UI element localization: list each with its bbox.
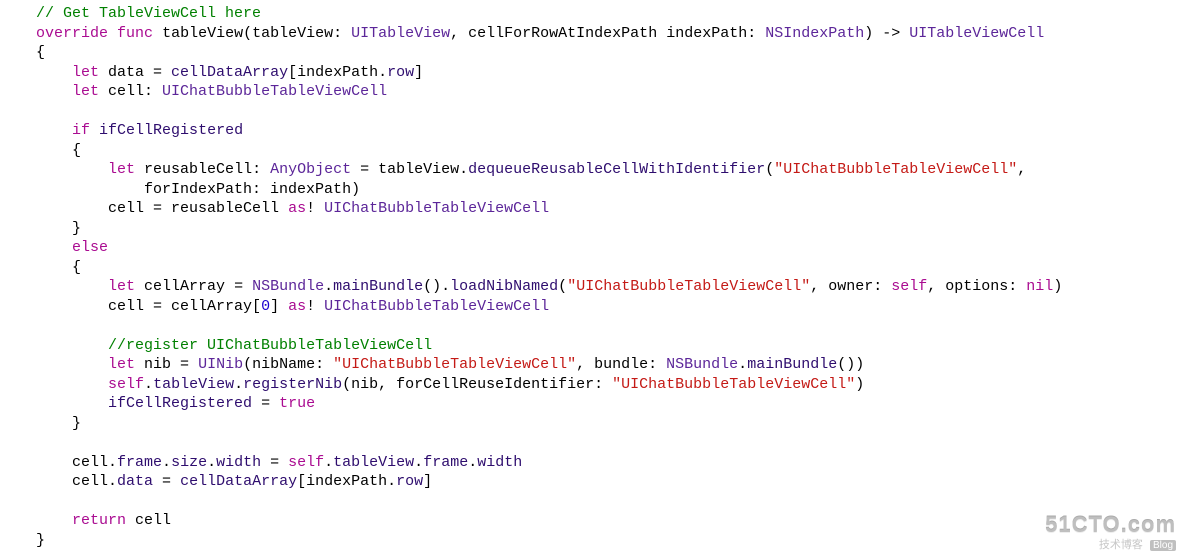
code-line: { <box>0 43 1184 63</box>
code-line: let data = cellDataArray[indexPath.row] <box>0 63 1184 83</box>
code-line: // Get TableViewCell here <box>0 4 1184 24</box>
code-line: //register UIChatBubbleTableViewCell <box>0 336 1184 356</box>
code-line: let nib = UINib(nibName: "UIChatBubbleTa… <box>0 355 1184 375</box>
code-line: let cellArray = NSBundle.mainBundle().lo… <box>0 277 1184 297</box>
code-line: } <box>0 219 1184 239</box>
site-watermark: 51CTO.com 技术博客 Blog <box>1045 512 1176 552</box>
code-line: if ifCellRegistered <box>0 121 1184 141</box>
code-line: forIndexPath: indexPath) <box>0 180 1184 200</box>
code-snippet: // Get TableViewCell here override func … <box>0 0 1184 550</box>
code-line <box>0 433 1184 453</box>
code-line: else <box>0 238 1184 258</box>
code-line: override func tableView(tableView: UITab… <box>0 24 1184 44</box>
code-line: ifCellRegistered = true <box>0 394 1184 414</box>
code-line: cell = cellArray[0] as! UIChatBubbleTabl… <box>0 297 1184 317</box>
code-line: return cell <box>0 511 1184 531</box>
code-line: } <box>0 531 1184 551</box>
code-line: { <box>0 258 1184 278</box>
code-line <box>0 316 1184 336</box>
code-line: let reusableCell: AnyObject = tableView.… <box>0 160 1184 180</box>
code-line: { <box>0 141 1184 161</box>
code-line: let cell: UIChatBubbleTableViewCell <box>0 82 1184 102</box>
code-line: cell = reusableCell as! UIChatBubbleTabl… <box>0 199 1184 219</box>
code-line <box>0 102 1184 122</box>
watermark-main: 51CTO.com <box>1045 512 1176 538</box>
code-line: self.tableView.registerNib(nib, forCellR… <box>0 375 1184 395</box>
watermark-sub: 技术博客 Blog <box>1045 536 1176 552</box>
code-line: cell.frame.size.width = self.tableView.f… <box>0 453 1184 473</box>
watermark-blog: Blog <box>1150 540 1176 551</box>
code-line: cell.data = cellDataArray[indexPath.row] <box>0 472 1184 492</box>
code-line: } <box>0 414 1184 434</box>
code-line <box>0 492 1184 512</box>
